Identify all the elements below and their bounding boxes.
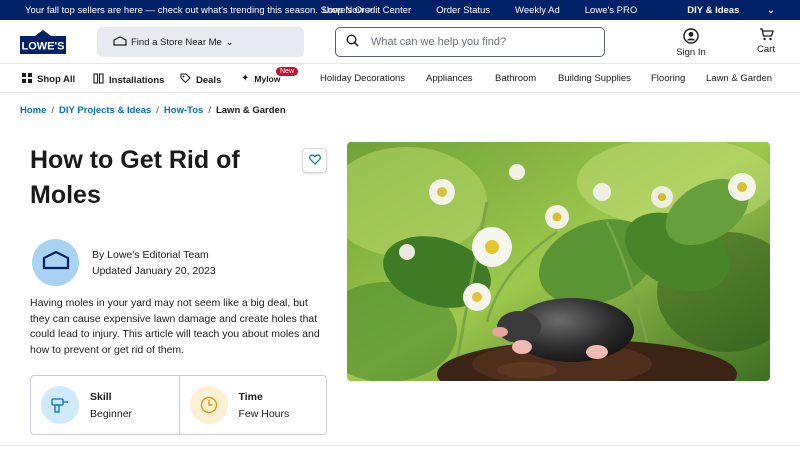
cart-icon xyxy=(752,28,780,44)
breadcrumb-separator: / xyxy=(156,105,159,116)
sign-in-button[interactable]: Sign In xyxy=(672,28,710,58)
search-icon[interactable] xyxy=(346,34,359,50)
nav-holiday-label: Holiday Decorations xyxy=(320,73,406,84)
nav-deals-label: Deals xyxy=(196,74,222,86)
nav-holiday-decorations[interactable]: Holiday Decorations xyxy=(320,73,405,84)
nav-bathroom[interactable]: Bathroom xyxy=(495,73,536,84)
skill-value: Beginner xyxy=(90,408,133,420)
sparkle-icon: ✦ xyxy=(241,73,250,84)
time-label: Time xyxy=(238,391,263,403)
page-title: How to Get Rid of Moles xyxy=(30,146,240,209)
nav-shop-all[interactable]: Shop All xyxy=(22,73,75,86)
nav-appliances[interactable]: Appliances xyxy=(426,73,472,84)
promo-bar: Your fall top sellers are here — check o… xyxy=(0,0,800,20)
cart-label: Cart xyxy=(757,44,775,55)
lowes-logo[interactable]: LOWE'S xyxy=(20,30,66,54)
hero-image-mole xyxy=(347,142,770,381)
breadcrumb-separator: / xyxy=(208,105,211,116)
breadcrumb-diy-projects[interactable]: DIY Projects & Ideas xyxy=(59,105,151,116)
logo-text: LOWE'S xyxy=(22,41,65,53)
diy-ideas-menu[interactable]: DIY & Ideas ⌄ xyxy=(662,5,775,16)
time-cell: Time Few Hours xyxy=(178,376,327,434)
nav-shop-all-label: Shop All xyxy=(37,74,76,85)
nav-flooring[interactable]: Flooring xyxy=(651,73,685,84)
article-intro: Having moles in your yard may not seem l… xyxy=(30,297,320,356)
skill-label: Skill xyxy=(90,391,112,403)
chevron-down-icon: ⌄ xyxy=(767,5,775,16)
cart-button[interactable]: Cart xyxy=(752,28,780,55)
utility-links: Lowe's Credit Center Order Status Weekly… xyxy=(298,5,775,16)
sign-in-label: Sign In xyxy=(676,47,706,58)
search-bar xyxy=(335,27,605,57)
nav-building-supplies-label: Building Supplies xyxy=(558,73,631,84)
credit-center-link[interactable]: Lowe's Credit Center xyxy=(323,5,411,16)
skill-cell: Skill Beginner xyxy=(31,376,179,434)
new-badge: New xyxy=(276,67,299,76)
nav-mylow[interactable]: ✦ Mylow xyxy=(241,73,280,84)
author-info: By Lowe's Editorial Team Updated January… xyxy=(92,247,216,279)
installations-icon xyxy=(93,73,104,87)
breadcrumb-current: Lawn & Garden xyxy=(215,105,286,116)
time-value: Few Hours xyxy=(238,408,290,420)
diy-ideas-label: DIY & Ideas xyxy=(687,5,740,16)
user-icon xyxy=(672,28,710,47)
author-avatar xyxy=(32,239,79,286)
store-icon xyxy=(113,35,127,49)
updated-date: Updated January 20, 2023 xyxy=(92,265,216,277)
clock-icon xyxy=(189,386,228,424)
main-nav: Shop All Installations Deals ✦ Mylow New… xyxy=(0,64,800,93)
site-header: LOWE'S Find a Store Near Me ⌄ Sign In Ca… xyxy=(0,20,800,64)
nav-installations[interactable]: Installations xyxy=(93,73,164,87)
nav-installations-label: Installations xyxy=(109,74,165,86)
nav-lawn-garden-label: Lawn & Garden xyxy=(706,73,773,84)
nav-building-supplies[interactable]: Building Supplies xyxy=(558,73,631,84)
nav-deals[interactable]: Deals xyxy=(180,73,221,87)
tag-icon xyxy=(180,73,191,87)
grid-icon xyxy=(22,73,32,86)
nav-bathroom-label: Bathroom xyxy=(495,73,537,84)
nav-mylow-label: Mylow xyxy=(254,73,281,84)
section-divider xyxy=(0,445,800,446)
find-store-button[interactable]: Find a Store Near Me ⌄ xyxy=(97,27,304,57)
favorite-button[interactable] xyxy=(302,148,327,173)
lowes-pro-link[interactable]: Lowe's PRO xyxy=(585,5,638,16)
breadcrumb-separator: / xyxy=(51,105,55,116)
project-info-card: Skill Beginner Time Few Hours xyxy=(30,375,327,435)
drill-icon xyxy=(41,386,79,424)
heart-icon xyxy=(308,152,321,170)
breadcrumb-how-tos[interactable]: How-Tos xyxy=(164,105,203,116)
breadcrumb: Home / DIY Projects & Ideas / How-Tos / … xyxy=(20,105,286,116)
nav-appliances-label: Appliances xyxy=(426,73,473,84)
chevron-down-icon: ⌄ xyxy=(225,36,234,47)
search-input[interactable] xyxy=(371,36,571,48)
nav-flooring-label: Flooring xyxy=(651,73,686,84)
author-name: By Lowe's Editorial Team xyxy=(92,249,209,261)
weekly-ad-link[interactable]: Weekly Ad xyxy=(515,5,560,16)
nav-lawn-garden[interactable]: Lawn & Garden xyxy=(706,73,772,84)
find-store-label: Find a Store Near Me xyxy=(131,36,222,48)
breadcrumb-home[interactable]: Home xyxy=(20,105,46,116)
lowes-home-icon xyxy=(42,250,70,275)
order-status-link[interactable]: Order Status xyxy=(436,5,490,16)
